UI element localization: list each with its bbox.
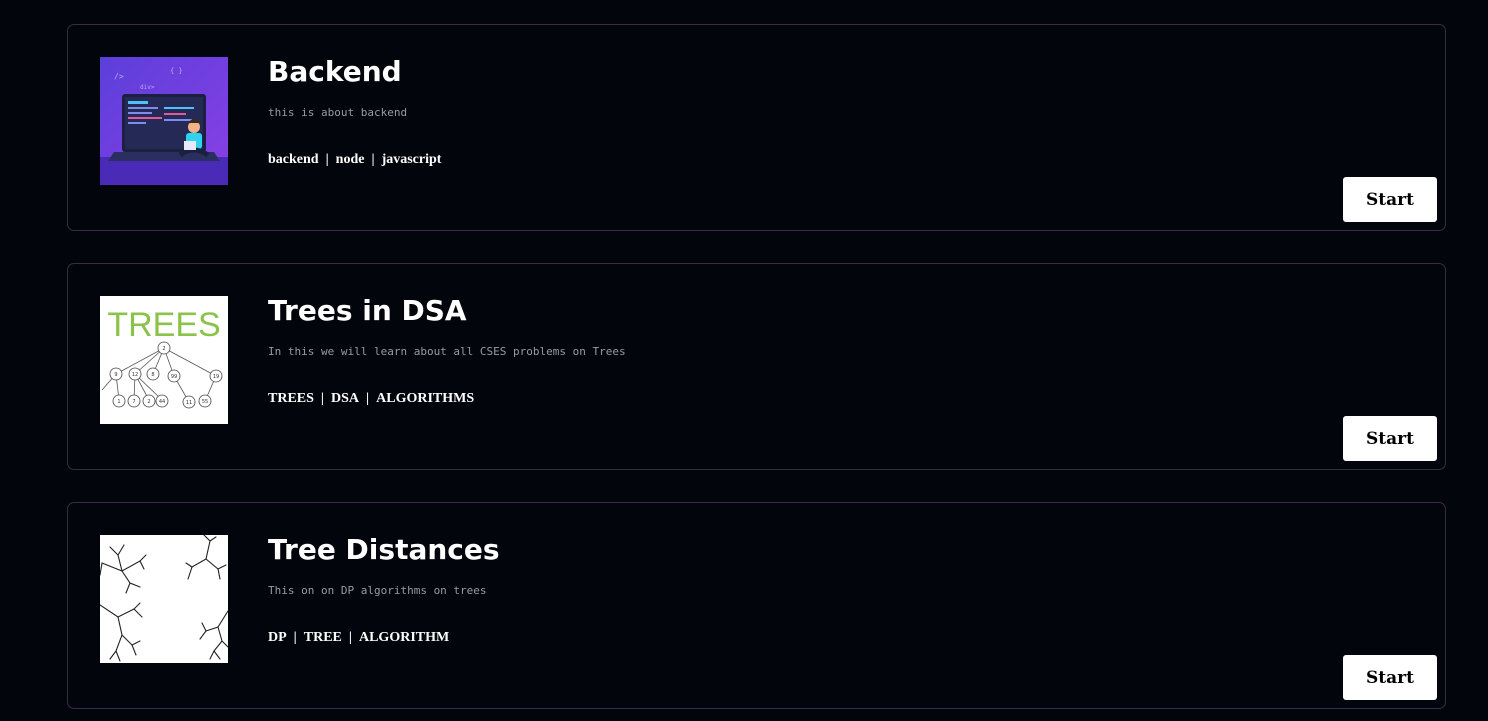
- tag-separator: |: [371, 152, 375, 167]
- tag-separator: |: [348, 630, 352, 645]
- course-description: This on on DP algorithms on trees: [268, 584, 487, 597]
- course-tags: backend | node | javascript: [268, 152, 441, 168]
- branching-trees-icon: [100, 535, 228, 663]
- trees-logo-text: TREES: [107, 306, 220, 344]
- tag-separator: |: [366, 391, 370, 406]
- course-tag: TREE: [303, 630, 342, 645]
- course-title: Trees in DSA: [268, 294, 467, 327]
- tag-separator: |: [293, 630, 297, 645]
- svg-text:12: 12: [132, 372, 138, 378]
- start-button[interactable]: Start: [1343, 655, 1437, 700]
- course-tags: TREES | DSA | ALGORITHMS: [268, 391, 474, 407]
- course-tag: node: [335, 152, 365, 167]
- svg-text:8: 8: [151, 372, 154, 378]
- course-card-trees-in-dsa: TREES 2 9 12 8 99 19 1 7 2 44 11 55 Tree…: [67, 263, 1446, 470]
- svg-text:{ }: { }: [170, 67, 183, 75]
- laptop-coder-illustration-icon: /> { } div>: [100, 57, 228, 185]
- course-list: /> { } div> Backend this is about backen…: [0, 0, 1488, 721]
- svg-text:99: 99: [171, 374, 177, 380]
- svg-text:/>: />: [114, 72, 124, 81]
- svg-text:44: 44: [159, 399, 165, 405]
- tree-diagram-icon: TREES 2 9 12 8 99 19 1 7 2 44 11 55: [100, 296, 228, 424]
- course-tag: DSA: [331, 391, 360, 406]
- svg-text:1: 1: [117, 399, 120, 405]
- course-tag: TREES: [268, 391, 314, 406]
- course-title: Backend: [268, 55, 402, 88]
- svg-text:19: 19: [213, 374, 219, 380]
- course-description: this is about backend: [268, 106, 408, 119]
- tag-separator: |: [325, 152, 329, 167]
- course-tag: ALGORITHM: [358, 630, 450, 645]
- start-button[interactable]: Start: [1343, 177, 1437, 222]
- svg-text:55: 55: [202, 399, 208, 405]
- svg-text:7: 7: [132, 399, 135, 405]
- course-tag: backend: [268, 152, 319, 167]
- svg-text:9: 9: [114, 372, 117, 378]
- course-card-tree-distances: Tree Distances This on on DP algorithms …: [67, 502, 1446, 709]
- svg-text:div>: div>: [140, 84, 155, 91]
- course-tag: javascript: [381, 152, 442, 167]
- svg-text:2: 2: [147, 399, 150, 405]
- tag-separator: |: [320, 391, 325, 406]
- course-tag: ALGORITHMS: [376, 391, 475, 406]
- svg-text:2: 2: [162, 346, 165, 352]
- svg-text:11: 11: [186, 400, 192, 406]
- course-card-backend: /> { } div> Backend this is about backen…: [67, 24, 1446, 231]
- course-tag: DP: [268, 630, 287, 645]
- start-button[interactable]: Start: [1343, 416, 1437, 461]
- course-tags: DP | TREE | ALGORITHM: [268, 630, 449, 646]
- course-description: In this we will learn about all CSES pro…: [268, 345, 626, 358]
- course-title: Tree Distances: [268, 533, 500, 566]
